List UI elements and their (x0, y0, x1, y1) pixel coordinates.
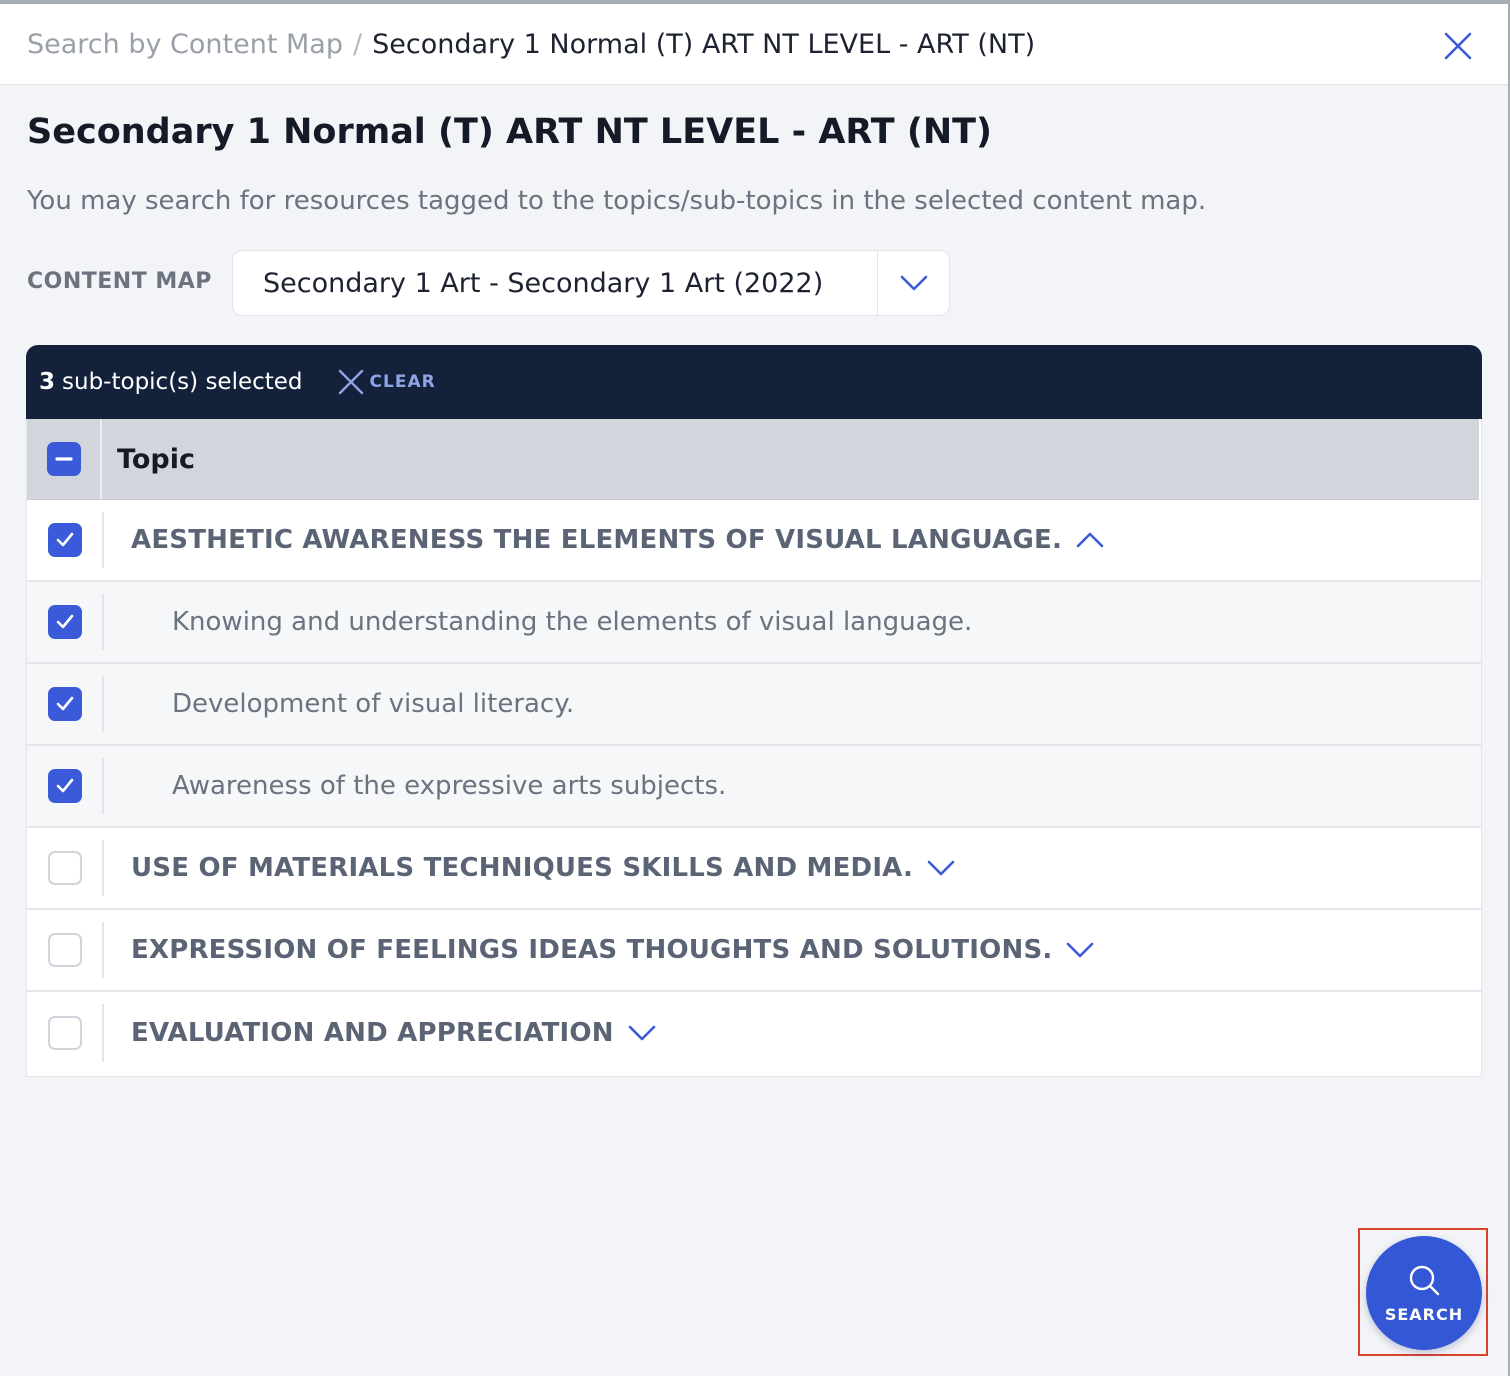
subtopic-checkbox[interactable] (47, 687, 82, 721)
subtopic-label: Development of visual literacy. (172, 689, 575, 719)
row-content: EVALUATION AND APPRECIATION (102, 1004, 1481, 1062)
topic-row: AESTHETIC AWARENESS THE ELEMENTS OF VISU… (27, 500, 1481, 582)
subtopic-label: Awareness of the expressive arts subject… (172, 771, 727, 801)
topic-label: AESTHETIC AWARENESS THE ELEMENTS OF VISU… (131, 525, 1063, 555)
subtopic-row: Awareness of the expressive arts subject… (27, 746, 1481, 828)
checkmark-icon (56, 696, 73, 711)
row-content: USE OF MATERIALS TECHNIQUES SKILLS AND M… (102, 840, 1481, 896)
topic-table: Topic AESTHETIC AWARENESS THE ELEMENTS O… (26, 419, 1482, 1077)
row-content: Knowing and understanding the elements o… (102, 594, 1481, 650)
topic-checkbox[interactable] (47, 1016, 82, 1050)
chevron-down-icon (1067, 942, 1094, 958)
topic-label: EXPRESSION OF FEELINGS IDEAS THOUGHTS AN… (131, 935, 1053, 965)
chevron-up-icon (1076, 532, 1104, 548)
breadcrumb-root[interactable]: Search by Content Map (27, 29, 343, 60)
selection-count: 3 (39, 369, 56, 395)
row-check-cell (27, 746, 102, 826)
header-check-cell (27, 419, 102, 499)
chevron-down-icon (628, 1025, 655, 1041)
checkmark-icon (56, 778, 73, 793)
checkmark-icon (56, 532, 73, 547)
clear-label: CLEAR (369, 372, 436, 392)
clear-button[interactable]: CLEAR (338, 369, 436, 395)
subtopic-checkbox[interactable] (47, 769, 82, 803)
selection-text: sub-topic(s) selected (62, 369, 303, 395)
content-map-value: Secondary 1 Art - Secondary 1 Art (2022) (263, 267, 824, 299)
topic-checkbox[interactable] (47, 523, 82, 557)
selection-bar: 3 sub-topic(s) selected CLEAR (26, 345, 1482, 419)
close-button[interactable] (1438, 26, 1478, 66)
breadcrumb-current: Secondary 1 Normal (T) ART NT LEVEL - AR… (372, 28, 1036, 60)
page-title: Secondary 1 Normal (T) ART NT LEVEL - AR… (27, 112, 993, 152)
row-check-cell (27, 910, 102, 990)
content-map-caret[interactable] (877, 251, 949, 315)
topic-checkbox[interactable] (47, 851, 82, 885)
subtopic-row: Development of visual literacy. (27, 664, 1481, 746)
content-map-label: CONTENT MAP (27, 269, 212, 294)
close-icon (1444, 32, 1472, 60)
subtopic-row: Knowing and understanding the elements o… (27, 582, 1481, 664)
subtopic-label: Knowing and understanding the elements o… (172, 607, 973, 637)
content-map-select[interactable]: Secondary 1 Art - Secondary 1 Art (2022) (232, 250, 950, 316)
row-content: Development of visual literacy. (102, 676, 1481, 732)
checkmark-icon (56, 614, 73, 629)
search-button-label: SEARCH (1384, 1304, 1464, 1324)
row-content: Awareness of the expressive arts subject… (102, 758, 1481, 814)
search-button[interactable]: SEARCH (1366, 1236, 1482, 1350)
topic-row: EXPRESSION OF FEELINGS IDEAS THOUGHTS AN… (27, 910, 1481, 992)
select-all-checkbox[interactable] (46, 442, 81, 476)
search-icon (1409, 1265, 1440, 1295)
chevron-down-icon (927, 860, 955, 876)
modal-header: Search by Content Map / Secondary 1 Norm… (0, 4, 1508, 85)
topic-label: EVALUATION AND APPRECIATION (131, 1018, 614, 1048)
row-check-cell (27, 992, 102, 1074)
indeterminate-icon (54, 457, 73, 461)
subtopic-checkbox[interactable] (47, 605, 82, 639)
row-content: AESTHETIC AWARENESS THE ELEMENTS OF VISU… (102, 512, 1481, 568)
clear-icon (338, 369, 363, 395)
topic-checkbox[interactable] (47, 933, 82, 967)
topic-row: USE OF MATERIALS TECHNIQUES SKILLS AND M… (27, 828, 1481, 910)
chevron-down-icon (900, 275, 927, 291)
page-description: You may search for resources tagged to t… (27, 186, 1207, 216)
row-check-cell (27, 664, 102, 744)
row-check-cell (27, 500, 102, 580)
collapse-toggle[interactable] (1076, 532, 1104, 548)
expand-toggle[interactable] (927, 860, 955, 876)
topic-label: USE OF MATERIALS TECHNIQUES SKILLS AND M… (131, 853, 914, 883)
topic-row: EVALUATION AND APPRECIATION (27, 992, 1481, 1074)
row-check-cell (27, 828, 102, 908)
row-content: EXPRESSION OF FEELINGS IDEAS THOUGHTS AN… (102, 922, 1481, 978)
row-check-cell (27, 582, 102, 662)
table-header: Topic (27, 419, 1479, 500)
topic-column-header: Topic (117, 443, 195, 475)
breadcrumb-separator: / (352, 28, 363, 60)
expand-toggle[interactable] (628, 1025, 656, 1041)
expand-toggle[interactable] (1066, 942, 1094, 958)
